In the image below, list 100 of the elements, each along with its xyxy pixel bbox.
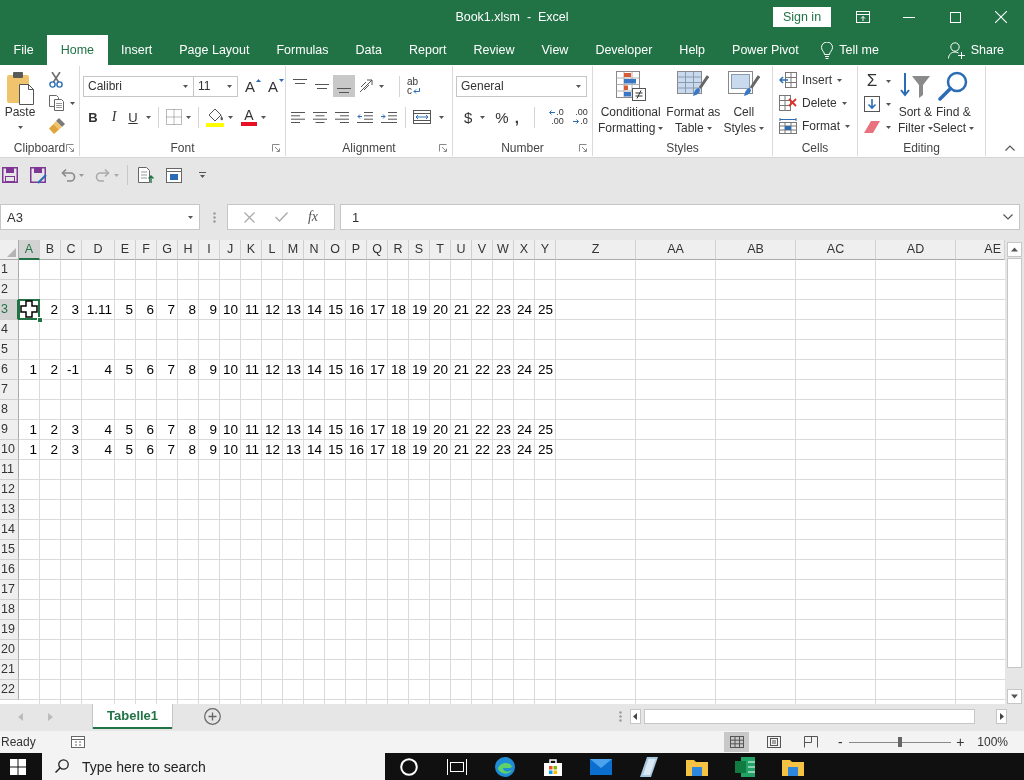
cell-styles-button[interactable]: Cell Styles xyxy=(723,66,765,140)
browser-icon[interactable] xyxy=(495,756,515,777)
insert-function-button[interactable]: fx xyxy=(307,209,318,225)
dotted-grid-icon[interactable] xyxy=(166,109,182,125)
parallelogram-icon[interactable] xyxy=(640,756,658,777)
shopping-bag-icon[interactable] xyxy=(543,757,563,776)
caret-icon[interactable] xyxy=(261,115,266,119)
copy-icon[interactable] xyxy=(49,95,64,111)
accounting-format-button[interactable]: $ xyxy=(464,106,473,128)
scroll-left-icon[interactable] xyxy=(630,709,641,724)
zoom-level-button[interactable]: 100% xyxy=(977,735,1008,749)
column-header[interactable]: I xyxy=(199,240,220,260)
bar-caret-icon[interactable] xyxy=(199,172,206,178)
column-header[interactable]: B xyxy=(40,240,61,260)
row-header[interactable]: 18 xyxy=(0,600,19,620)
caret-icon[interactable] xyxy=(228,115,233,119)
ribbon-tab[interactable]: Report xyxy=(395,35,460,65)
row-header[interactable]: 14 xyxy=(0,520,19,540)
fill-handle[interactable] xyxy=(37,317,43,323)
paint-bucket-icon[interactable] xyxy=(206,107,224,127)
row-header[interactable]: 17 xyxy=(0,580,19,600)
row-header[interactable]: 1 xyxy=(0,260,19,280)
name-box[interactable]: A3 xyxy=(0,204,200,230)
conditional-formatting-button[interactable]: Conditional Formatting xyxy=(598,66,664,140)
folder-icon[interactable] xyxy=(782,757,804,776)
column-header[interactable]: T xyxy=(430,240,451,260)
ribbon-tab[interactable]: Page Layout xyxy=(165,35,263,65)
column-header[interactable]: D xyxy=(82,240,115,260)
share-button[interactable]: Share xyxy=(947,35,1004,65)
corner-arrow-icon[interactable] xyxy=(272,144,280,152)
wrap-text-button[interactable]: ab c xyxy=(407,77,420,95)
scrollbar-thumb[interactable] xyxy=(1007,258,1022,668)
caret-icon[interactable] xyxy=(186,115,191,119)
font-size-combobox[interactable]: 11 xyxy=(194,75,238,97)
grow-font-button[interactable]: A xyxy=(245,76,261,96)
row-header[interactable]: 15 xyxy=(0,540,19,560)
caret-icon[interactable] xyxy=(146,115,151,119)
corner-arrow-icon[interactable] xyxy=(579,144,587,152)
column-header[interactable]: Q xyxy=(367,240,388,260)
row-header[interactable]: 21 xyxy=(0,660,19,680)
sheet-icon[interactable] xyxy=(70,736,85,748)
decrease-decimal-button[interactable]: .00 .0 xyxy=(565,108,588,126)
window-icon[interactable] xyxy=(166,167,182,183)
column-header[interactable]: E xyxy=(115,240,136,260)
caret-icon[interactable] xyxy=(379,84,384,88)
maximize-icon[interactable] xyxy=(949,11,961,23)
increase-indent-icon[interactable] xyxy=(381,111,397,123)
merge-cells-icon[interactable] xyxy=(413,110,431,124)
format-as-table-button[interactable]: Format as Table xyxy=(666,66,721,140)
column-header[interactable]: Y xyxy=(535,240,556,260)
column-header[interactable]: AB xyxy=(716,240,796,260)
paste-button[interactable]: Paste xyxy=(3,66,37,140)
row-header[interactable]: 9 xyxy=(0,420,19,440)
ribbon-tab[interactable]: Data xyxy=(342,35,396,65)
ribbon-tab[interactable]: Help xyxy=(665,35,719,65)
row-header[interactable]: 13 xyxy=(0,500,19,520)
percent-button[interactable]: % xyxy=(495,106,509,128)
underline-button[interactable]: U xyxy=(125,106,141,128)
zoom-out-button[interactable]: - xyxy=(835,734,846,750)
row-header[interactable]: 11 xyxy=(0,460,19,480)
increase-decimal-button[interactable]: .0 .00 xyxy=(541,108,564,126)
column-header[interactable]: X xyxy=(514,240,535,260)
scroll-down-icon[interactable] xyxy=(1007,689,1022,704)
caret-icon[interactable] xyxy=(480,115,486,119)
zoom-in-button[interactable]: + xyxy=(955,734,966,750)
drag-dots-icon[interactable] xyxy=(619,711,622,722)
font-name-combobox[interactable]: Calibri xyxy=(83,75,194,97)
row-header[interactable]: 6 xyxy=(0,360,19,380)
search-field[interactable]: Type here to search xyxy=(42,753,385,780)
task-view-icon[interactable] xyxy=(447,758,467,775)
number-format-combobox[interactable]: General xyxy=(456,75,587,97)
insert-cells-button[interactable]: Insert xyxy=(779,70,850,90)
font-color-button[interactable]: A xyxy=(241,106,257,128)
sheet-tab[interactable]: Tabelle1 xyxy=(93,704,173,729)
align-center-icon[interactable] xyxy=(313,111,327,123)
undo-icon[interactable] xyxy=(60,168,76,182)
align-bottom-button[interactable] xyxy=(333,75,355,97)
column-header[interactable]: AD xyxy=(876,240,956,260)
caret-icon[interactable] xyxy=(70,101,75,105)
scroll-right-icon[interactable] xyxy=(996,709,1007,724)
column-header[interactable]: W xyxy=(493,240,514,260)
vertical-scrollbar[interactable] xyxy=(1005,240,1024,704)
column-header[interactable]: K xyxy=(241,240,262,260)
eraser-icon[interactable] xyxy=(864,121,880,133)
column-header[interactable]: V xyxy=(472,240,493,260)
column-header[interactable]: H xyxy=(178,240,199,260)
column-header[interactable]: Z xyxy=(556,240,636,260)
row-header[interactable]: 2 xyxy=(0,280,19,300)
diagonal-arrow-icon[interactable] xyxy=(359,79,375,93)
document-arrow-icon[interactable] xyxy=(138,167,154,183)
shrink-font-button[interactable]: A xyxy=(268,76,285,96)
column-header[interactable]: N xyxy=(304,240,325,260)
row-header[interactable]: 22 xyxy=(0,680,19,700)
row-header[interactable]: 19 xyxy=(0,620,19,640)
scroll-up-icon[interactable] xyxy=(1007,242,1022,257)
row-header[interactable]: 5 xyxy=(0,340,19,360)
bold-button[interactable]: B xyxy=(83,106,103,128)
add-sheet-icon[interactable] xyxy=(204,708,222,725)
normal-view-button[interactable] xyxy=(724,732,750,752)
decrease-indent-icon[interactable] xyxy=(357,111,373,123)
